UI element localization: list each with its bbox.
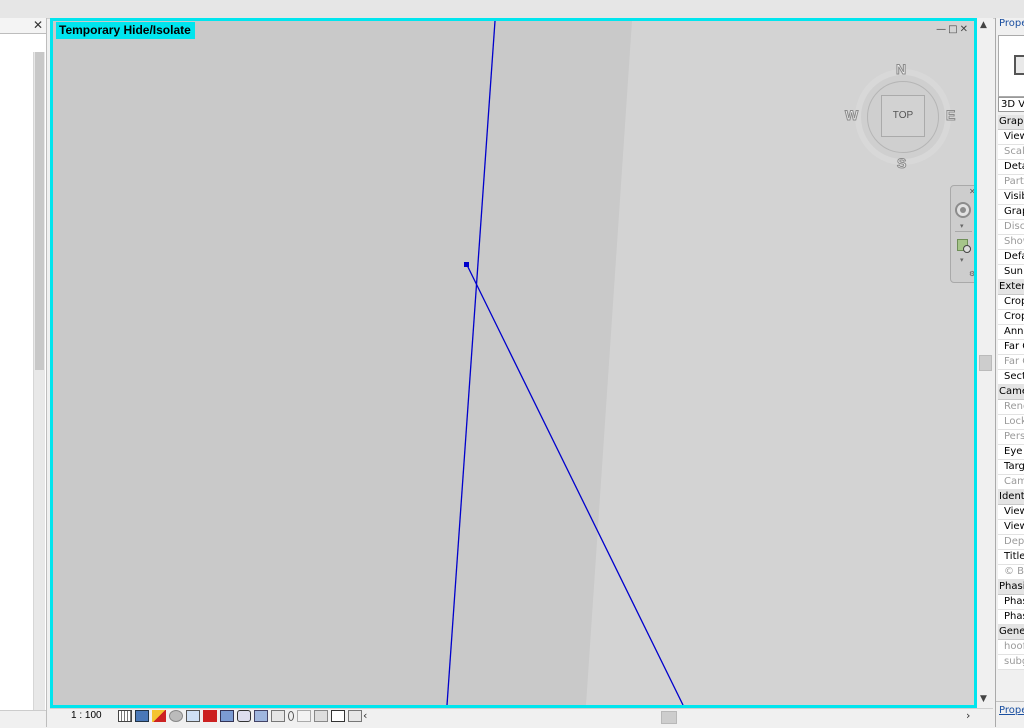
property-row[interactable]: Sun Path bbox=[998, 265, 1024, 280]
property-row[interactable]: Dependency bbox=[998, 535, 1024, 550]
top-strip bbox=[0, 0, 1024, 19]
property-row[interactable]: Eye Elevation bbox=[998, 445, 1024, 460]
close-icon[interactable]: ✕ bbox=[33, 18, 43, 32]
property-row[interactable]: hoofdgroep bbox=[998, 640, 1024, 655]
property-row[interactable]: Scale Value bbox=[998, 145, 1024, 160]
visual-style-icon[interactable] bbox=[135, 710, 149, 722]
property-row[interactable]: Locked Orient bbox=[998, 415, 1024, 430]
project-browser-header: ✕ bbox=[0, 18, 46, 34]
property-row[interactable]: View Name bbox=[998, 520, 1024, 535]
temporary-view-properties-icon[interactable] bbox=[314, 710, 328, 722]
property-row[interactable]: View Scale bbox=[998, 130, 1024, 145]
sun-path-off-icon[interactable] bbox=[152, 710, 166, 722]
property-row[interactable]: Visibility/Graphics bbox=[998, 190, 1024, 205]
property-row[interactable]: Crop Region bbox=[998, 310, 1024, 325]
steering-wheel-icon[interactable] bbox=[955, 202, 971, 218]
3d-view-icon bbox=[1014, 55, 1024, 75]
view-window-controls[interactable]: —□✕ bbox=[936, 24, 970, 35]
chevron-down-icon[interactable]: ▾ bbox=[960, 222, 964, 230]
property-row[interactable]: Default Analysis bbox=[998, 250, 1024, 265]
scrollbar-thumb[interactable] bbox=[35, 52, 44, 370]
property-row[interactable]: Camera Position bbox=[998, 475, 1024, 490]
worksharing-display-icon[interactable] bbox=[297, 710, 311, 722]
property-group-header[interactable]: Extents bbox=[998, 280, 1024, 295]
shadows-off-icon[interactable] bbox=[169, 710, 183, 722]
property-row[interactable]: Rendering bbox=[998, 400, 1024, 415]
reveal-hidden-elements-icon[interactable] bbox=[271, 710, 285, 722]
property-row[interactable]: Show Hidden Lines bbox=[998, 235, 1024, 250]
project-browser-footer bbox=[0, 710, 46, 728]
property-row[interactable]: Parts Visibility bbox=[998, 175, 1024, 190]
compass-west[interactable]: W bbox=[844, 107, 858, 124]
property-row[interactable]: Annotation Crop bbox=[998, 325, 1024, 340]
pin-icon[interactable] bbox=[288, 711, 294, 721]
view-control-bar: 1 : 100 ‹ › bbox=[50, 708, 993, 725]
type-selector[interactable]: 3D View bbox=[998, 97, 1024, 112]
property-row[interactable]: Title on Sheet bbox=[998, 550, 1024, 565]
property-row[interactable]: Phase Filter bbox=[998, 595, 1024, 610]
property-group-header[interactable]: General bbox=[998, 625, 1024, 640]
crop-view-icon[interactable] bbox=[203, 710, 217, 722]
navigation-bar: ✕ ▾ ▾ ⚙ bbox=[950, 185, 974, 283]
scroll-right-icon[interactable]: › bbox=[966, 709, 970, 722]
endpoint-grip[interactable] bbox=[464, 262, 469, 267]
divider bbox=[955, 231, 972, 232]
compass-north[interactable]: N bbox=[895, 61, 906, 78]
model-scene[interactable] bbox=[53, 21, 974, 705]
model-line-vertical[interactable] bbox=[446, 21, 496, 705]
3d-view-canvas[interactable]: Temporary Hide/Isolate —□✕ TOP N S W E ✕… bbox=[50, 18, 977, 708]
properties-help-link[interactable]: Properties help bbox=[999, 705, 1024, 716]
property-row[interactable]: Far Clip Offset bbox=[998, 355, 1024, 370]
property-row[interactable]: Far Clip Active bbox=[998, 340, 1024, 355]
property-group-header[interactable]: Identity Data bbox=[998, 490, 1024, 505]
compass-south[interactable]: S bbox=[896, 155, 906, 172]
options-icon[interactable]: ⚙ bbox=[969, 270, 974, 278]
horizontal-scrollbar-thumb[interactable] bbox=[661, 711, 677, 724]
close-icon[interactable]: ✕ bbox=[969, 187, 974, 196]
properties-grid: GraphicsView ScaleScale ValueDetail Leve… bbox=[998, 115, 1024, 670]
divider bbox=[996, 701, 1024, 702]
property-row[interactable]: Detail Level bbox=[998, 160, 1024, 175]
show-rendering-dialog-icon[interactable] bbox=[186, 710, 200, 722]
property-row[interactable]: © BIM bbox=[998, 565, 1024, 580]
temporary-hide-isolate-icon[interactable] bbox=[254, 710, 268, 722]
property-row[interactable]: Crop View bbox=[998, 295, 1024, 310]
type-preview bbox=[998, 35, 1024, 97]
property-row[interactable]: Phase bbox=[998, 610, 1024, 625]
show-crop-region-icon[interactable] bbox=[220, 710, 234, 722]
viewcube-top-face[interactable]: TOP bbox=[881, 95, 925, 137]
property-row[interactable]: subgroep bbox=[998, 655, 1024, 670]
property-row[interactable]: View Template bbox=[998, 505, 1024, 520]
property-group-header[interactable]: Phasing bbox=[998, 580, 1024, 595]
scrollbar-thumb[interactable] bbox=[979, 355, 992, 371]
viewcube[interactable]: TOP N S W E bbox=[844, 61, 958, 172]
view-control-icons bbox=[118, 710, 362, 722]
property-row[interactable]: Section Box bbox=[998, 370, 1024, 385]
properties-panel: Properties 3D View GraphicsView ScaleSca… bbox=[995, 18, 1024, 727]
property-group-header[interactable]: Graphics bbox=[998, 115, 1024, 130]
scroll-left-icon[interactable]: ‹ bbox=[363, 709, 367, 722]
property-row[interactable]: Perspective bbox=[998, 430, 1024, 445]
detail-level-icon[interactable] bbox=[118, 710, 132, 722]
scroll-down-icon[interactable]: ▼ bbox=[980, 694, 987, 704]
properties-title: Properties bbox=[999, 18, 1024, 29]
property-group-header[interactable]: Camera bbox=[998, 385, 1024, 400]
project-browser-scrollbar[interactable] bbox=[33, 52, 45, 712]
compass-east[interactable]: E bbox=[945, 107, 955, 124]
project-browser-panel: ✕ bbox=[0, 18, 47, 728]
view-scale[interactable]: 1 : 100 bbox=[71, 710, 102, 721]
scroll-up-icon[interactable]: ▲ bbox=[980, 20, 987, 30]
property-row[interactable]: Graphic Display bbox=[998, 205, 1024, 220]
temporary-hide-isolate-label: Temporary Hide/Isolate bbox=[56, 22, 195, 39]
highlight-displacement-icon[interactable] bbox=[331, 710, 345, 722]
view-vertical-scrollbar[interactable]: ▲ ▼ bbox=[977, 18, 993, 708]
property-row[interactable]: Target Elevation bbox=[998, 460, 1024, 475]
reveal-constraints-icon[interactable] bbox=[348, 710, 362, 722]
property-row[interactable]: Discipline bbox=[998, 220, 1024, 235]
zoom-region-icon[interactable] bbox=[957, 239, 971, 253]
unlock-3d-view-icon[interactable] bbox=[237, 710, 251, 722]
chevron-down-icon[interactable]: ▾ bbox=[960, 256, 964, 264]
